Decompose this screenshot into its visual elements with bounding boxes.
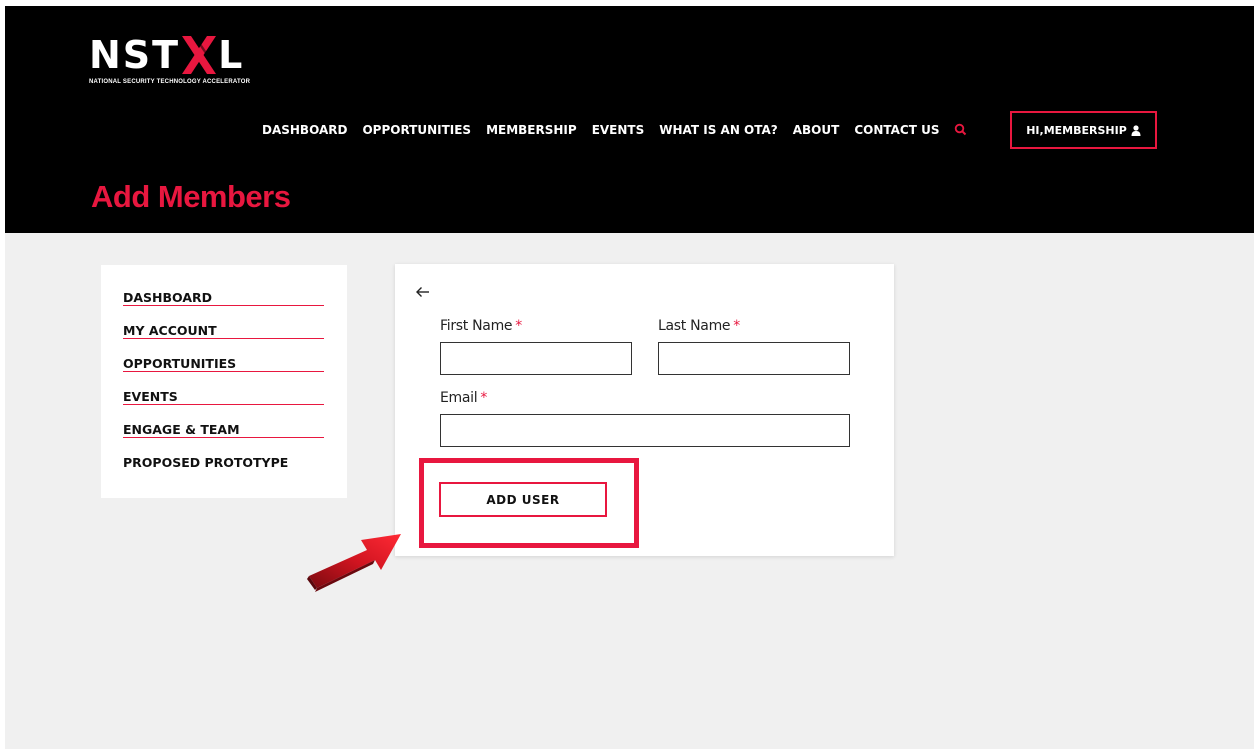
- nav-item-membership[interactable]: MEMBERSHIP: [486, 123, 577, 137]
- sidebar-item-proposed-prototype[interactable]: PROPOSED PROTOTYPE: [123, 438, 324, 471]
- nav-item-about[interactable]: ABOUT: [793, 123, 840, 137]
- main-nav: DASHBOARD OPPORTUNITIES MEMBERSHIP EVENT…: [262, 120, 968, 140]
- email-input[interactable]: [440, 414, 850, 447]
- nav-item-opportunities[interactable]: OPPORTUNITIES: [362, 123, 471, 137]
- user-menu-label: HI,MEMBERSHIP: [1026, 123, 1127, 137]
- first-name-label-text: First Name: [440, 318, 513, 334]
- account-sidebar: DASHBOARD MY ACCOUNT OPPORTUNITIES EVENT…: [101, 265, 347, 498]
- site-header: NST L NATIONAL SECURITY TECHNOLOGY ACCEL…: [5, 6, 1254, 233]
- user-menu-button[interactable]: HI,MEMBERSHIP: [1010, 111, 1157, 149]
- sidebar-item-dashboard[interactable]: DASHBOARD: [123, 273, 324, 306]
- first-name-label: First Name *: [440, 318, 522, 334]
- email-label-text: Email: [440, 390, 478, 406]
- logo-wordmark-right: L: [218, 33, 245, 77]
- add-member-form-card: First Name * Last Name * Email * ADD USER: [395, 264, 894, 556]
- nstxl-logo[interactable]: NST L NATIONAL SECURITY TECHNOLOGY ACCEL…: [89, 33, 269, 93]
- required-mark: *: [733, 318, 740, 334]
- required-mark: *: [480, 390, 488, 406]
- nav-item-what-is-an-ota[interactable]: WHAT IS AN OTA?: [659, 123, 778, 137]
- sidebar-item-my-account[interactable]: MY ACCOUNT: [123, 306, 324, 339]
- email-label: Email *: [440, 390, 487, 406]
- page-title: Add Members: [91, 179, 291, 214]
- last-name-input[interactable]: [658, 342, 850, 375]
- nav-item-events[interactable]: EVENTS: [592, 123, 645, 137]
- arrow-left-icon[interactable]: [415, 286, 431, 298]
- required-mark: *: [515, 318, 522, 334]
- last-name-label-text: Last Name: [658, 318, 731, 334]
- nav-item-dashboard[interactable]: DASHBOARD: [262, 123, 347, 137]
- logo-tagline: NATIONAL SECURITY TECHNOLOGY ACCELERATOR: [89, 79, 251, 85]
- nav-item-contact-us[interactable]: CONTACT US: [854, 123, 939, 137]
- sidebar-item-opportunities[interactable]: OPPORTUNITIES: [123, 339, 324, 372]
- logo-wordmark: NST L: [89, 33, 244, 77]
- user-icon: [1131, 124, 1141, 136]
- add-user-button[interactable]: ADD USER: [439, 482, 607, 517]
- logo-x-mark: [182, 36, 217, 74]
- annotation-arrow-icon: [307, 534, 401, 592]
- search-icon[interactable]: [954, 123, 968, 137]
- last-name-label: Last Name *: [658, 318, 740, 334]
- page-frame: NST L NATIONAL SECURITY TECHNOLOGY ACCEL…: [5, 6, 1254, 749]
- sidebar-item-events[interactable]: EVENTS: [123, 372, 324, 405]
- first-name-input[interactable]: [440, 342, 632, 375]
- sidebar-item-engage-team[interactable]: ENGAGE & TEAM: [123, 405, 324, 438]
- logo-wordmark-left: NST: [89, 33, 181, 77]
